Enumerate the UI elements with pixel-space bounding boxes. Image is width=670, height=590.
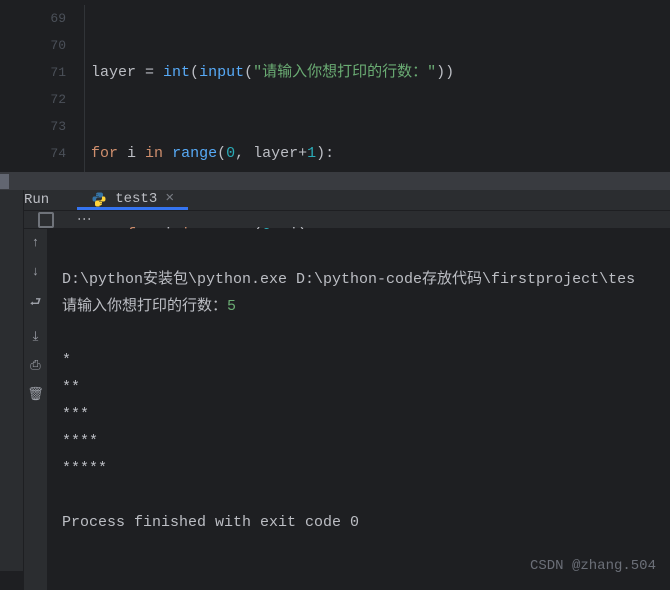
sidebar-marker	[0, 174, 9, 189]
line-number: 71	[24, 59, 66, 86]
code-editor[interactable]: 69 70 71 72 73 74 layer = int(input("请输入…	[24, 0, 670, 172]
watermark: CSDN @zhang.504	[530, 553, 656, 580]
line-number: 73	[24, 113, 66, 140]
print-icon[interactable]: ⎙	[30, 358, 40, 373]
line-number: 69	[24, 5, 66, 32]
code-line[interactable]: layer = int(input("请输入你想打印的行数："))	[91, 59, 670, 86]
down-icon[interactable]: ↓	[32, 264, 40, 279]
line-number: 72	[24, 86, 66, 113]
console-line: Process finished with exit code 0	[62, 514, 359, 531]
console-line: ***	[62, 406, 89, 423]
stop-icon[interactable]	[38, 212, 54, 228]
run-label: Run	[24, 192, 49, 208]
code-line[interactable]: for i in range(0, layer+1):	[91, 140, 670, 167]
line-number: 74	[24, 140, 66, 167]
console-output[interactable]: D:\python安装包\python.exe D:\python-code存放…	[48, 229, 670, 590]
soft-wrap-icon[interactable]: ⮐	[30, 293, 42, 315]
toolwindow-stripe[interactable]	[0, 190, 24, 571]
line-gutter: 69 70 71 72 73 74	[24, 5, 84, 172]
console-line: 请输入你想打印的行数：5	[62, 298, 236, 315]
console-line: ****	[62, 433, 98, 450]
up-icon[interactable]: ↑	[32, 235, 40, 250]
run-side-toolbar: ↑ ↓ ⮐ ⤓ ⎙ 🗑	[24, 229, 48, 590]
more-icon[interactable]: ⋮	[75, 212, 92, 227]
console-line: *	[62, 352, 71, 369]
line-number: 70	[24, 32, 66, 59]
code-area[interactable]: layer = int(input("请输入你想打印的行数：")) for i …	[84, 5, 670, 172]
scroll-down-icon[interactable]: ⤓	[33, 329, 39, 344]
console-line: D:\python安装包\python.exe D:\python-code存放…	[62, 271, 635, 288]
console-line: *****	[62, 460, 107, 477]
console-line: **	[62, 379, 80, 396]
trash-icon[interactable]: 🗑	[27, 387, 44, 402]
run-panel: Run test3 × ⋮ ↑ ↓ ⮐ ⤓ ⎙ 🗑 D:\python安装包\p…	[0, 190, 670, 571]
